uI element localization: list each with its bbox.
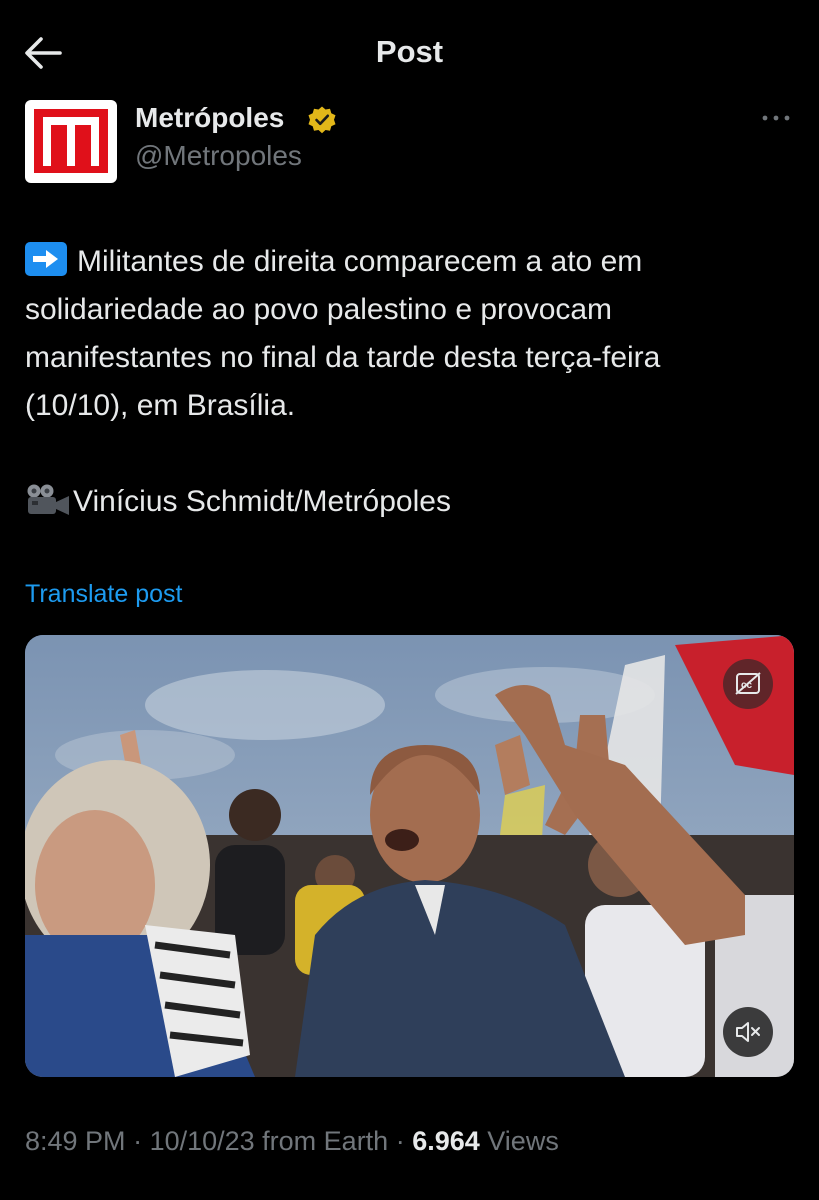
credit-text: Vinícius Schmidt/Metrópoles (73, 485, 451, 518)
post-line-text: Militantes de direita comparecem a ato e… (77, 245, 643, 278)
post-time: 8:49 PM (25, 1126, 126, 1156)
captions-off-icon: cc (735, 672, 761, 695)
post-line: solidariedade ao povo palestino e provoc… (25, 293, 613, 326)
translate-post-link[interactable]: Translate post (25, 580, 182, 609)
post-line: manifestantes no final da tarde desta te… (25, 341, 661, 374)
page-title: Post (375, 34, 444, 69)
meta-separator: · (125, 1126, 150, 1156)
video-player[interactable]: cc (25, 635, 794, 1077)
views-count[interactable]: 6.964 (412, 1126, 480, 1156)
views-label[interactable]: Views (480, 1126, 559, 1156)
post-line: Militantes de direita comparecem a ato e… (25, 238, 800, 286)
author-name[interactable]: Metrópoles (135, 102, 284, 134)
captions-button[interactable]: cc (723, 659, 773, 709)
post-line: (10/10), em Brasília. (25, 389, 296, 422)
mute-button[interactable] (723, 1007, 773, 1057)
photo-credit: Vinícius Schmidt/Metrópoles (25, 478, 451, 526)
post-metadata: 8:49 PM · 10/10/23 from Earth · 6.964 Vi… (25, 1126, 559, 1157)
meta-separator: · (388, 1126, 413, 1156)
post-text: Militantes de direita comparecem a ato e… (25, 238, 800, 430)
more-icon (762, 115, 790, 121)
video-frame (25, 635, 794, 1077)
author-handle[interactable]: @Metropoles (135, 140, 302, 172)
metropoles-logo (34, 109, 108, 173)
more-button[interactable] (758, 106, 794, 130)
post-date: 10/10/23 from Earth (149, 1126, 389, 1156)
mute-icon (736, 1022, 760, 1042)
verified-badge-icon (308, 106, 336, 134)
avatar[interactable] (25, 100, 117, 183)
movie-camera-emoji-icon (27, 484, 69, 515)
right-arrow-emoji-icon (25, 242, 67, 276)
top-bar: Post (0, 0, 819, 100)
